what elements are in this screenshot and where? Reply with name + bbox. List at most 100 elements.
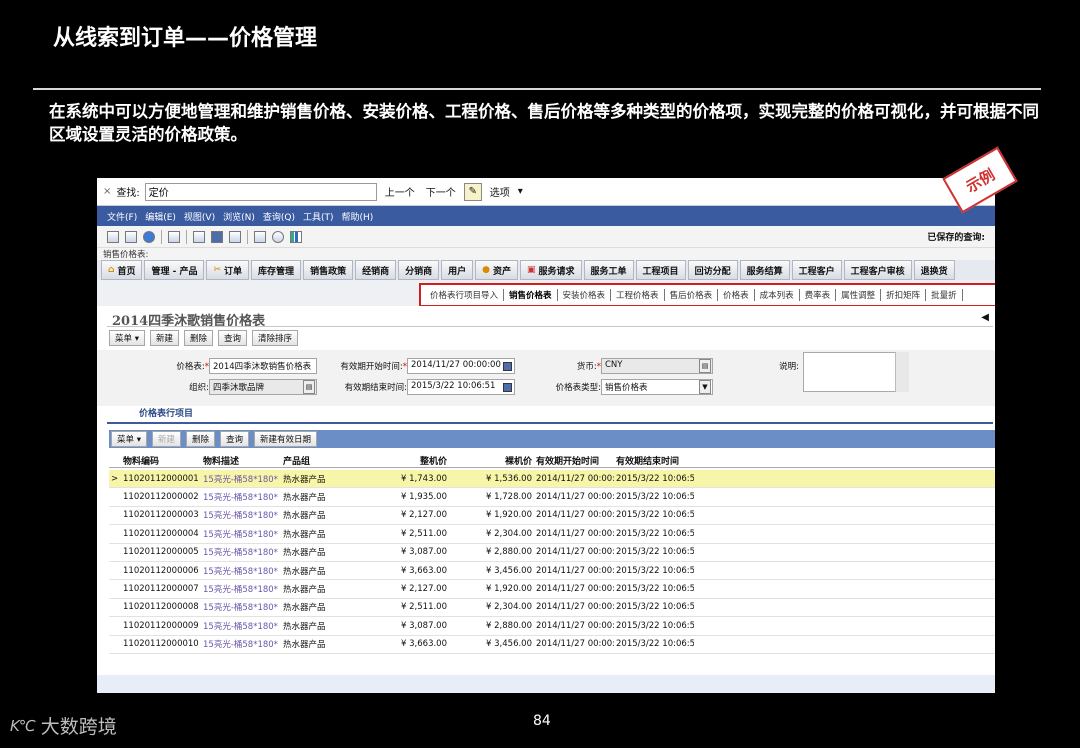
tab-11[interactable]: 工程项目: [635, 260, 686, 280]
row-selector[interactable]: [109, 569, 121, 573]
view-tab[interactable]: 工程价格表: [611, 289, 665, 301]
view-tab[interactable]: 价格表: [718, 289, 755, 301]
cell-code[interactable]: 11020112000005: [121, 545, 201, 559]
menu-item[interactable]: 视图(V): [184, 210, 215, 223]
cell-desc[interactable]: 15亮光-桶58*180*: [201, 507, 281, 523]
record-new-button[interactable]: 新建: [149, 330, 179, 346]
cell-desc[interactable]: 15亮光-桶58*180*: [201, 526, 281, 542]
start-date-field[interactable]: 2014/11/27 00:00:00: [407, 358, 515, 374]
column-header[interactable]: 物料描述: [201, 452, 281, 467]
view-tab[interactable]: 折扣矩阵: [881, 289, 927, 301]
tab-7[interactable]: 用户: [441, 260, 474, 280]
highlight-icon[interactable]: ✎: [463, 182, 482, 201]
tab-line-items[interactable]: 价格表行项目: [139, 406, 193, 419]
row-selector[interactable]: [109, 532, 121, 536]
view-tab[interactable]: 售后价格表: [665, 289, 719, 301]
view-tab[interactable]: 批量折: [926, 289, 963, 301]
cell-code[interactable]: 11020112000009: [121, 619, 201, 633]
find-next-button[interactable]: 下一个: [423, 184, 459, 199]
chart-icon[interactable]: [290, 230, 302, 243]
cell-desc[interactable]: 15亮光-桶58*180*: [201, 636, 281, 652]
tab-5[interactable]: 经销商: [355, 260, 397, 280]
new-effective-date-button[interactable]: 新建有效日期: [254, 431, 318, 447]
record-menu-button[interactable]: 菜单 ▾: [109, 330, 145, 346]
cell-desc[interactable]: 15亮光-桶58*180*: [201, 618, 281, 634]
search-doc-icon[interactable]: [193, 230, 205, 243]
column-header[interactable]: 裸机价: [449, 452, 534, 467]
row-selector[interactable]: [109, 513, 121, 517]
cell-desc[interactable]: 15亮光-桶58*180*: [201, 489, 281, 505]
currency-picker-icon[interactable]: ▤: [699, 359, 711, 373]
column-header[interactable]: 物料编码: [121, 452, 201, 467]
memo-scrollbar[interactable]: [895, 352, 909, 392]
memo-field[interactable]: [803, 352, 909, 392]
chevron-down-icon[interactable]: ▾: [518, 186, 523, 197]
menu-item[interactable]: 查询(Q): [263, 210, 295, 223]
tab-9[interactable]: ▣ 服务请求: [520, 260, 582, 280]
currency-field[interactable]: CNY: [601, 358, 713, 374]
end-date-field[interactable]: 2015/3/22 10:06:51: [407, 379, 515, 395]
cell-code[interactable]: 11020112000007: [121, 582, 201, 596]
view-tab[interactable]: 费率表: [800, 289, 837, 301]
view-tab[interactable]: 销售价格表: [504, 289, 558, 301]
grid-query-button[interactable]: 查询: [220, 431, 250, 447]
tab-10[interactable]: 服务工单: [583, 260, 634, 280]
list-icon[interactable]: [229, 230, 241, 243]
clear-sort-button[interactable]: 清除排序: [252, 330, 299, 346]
menu-item[interactable]: 工具(T): [303, 210, 334, 223]
row-selector[interactable]: [109, 495, 121, 499]
tab-2[interactable]: ✂ 订单: [206, 260, 250, 280]
cell-desc[interactable]: 15亮光-桶58*180*: [201, 599, 281, 615]
calendar-icon[interactable]: [503, 362, 512, 371]
column-header[interactable]: 整机价: [361, 452, 449, 467]
find-input[interactable]: [144, 182, 377, 201]
table-row[interactable]: 11020112000010 15亮光-桶58*180* 热水器产品 ¥ 3,663.…: [109, 636, 995, 654]
cell-code[interactable]: 11020112000001: [121, 472, 201, 486]
table-row[interactable]: >11020112000001 15亮光-桶58*180* 热水器产品 ¥ 1,743…: [109, 470, 995, 489]
table-row[interactable]: 11020112000006 15亮光-桶58*180* 热水器产品 ¥ 3,663.…: [109, 562, 995, 581]
print-icon[interactable]: [254, 230, 266, 243]
pricelist-field[interactable]: 2014四季沐歌销售价格表: [209, 358, 317, 374]
table-row[interactable]: 11020112000007 15亮光-桶58*180* 热水器产品 ¥ 2,127.…: [109, 580, 995, 599]
cell-desc[interactable]: 15亮光-桶58*180*: [201, 581, 281, 597]
row-selector[interactable]: [109, 550, 121, 554]
table-row[interactable]: 11020112000008 15亮光-桶58*180* 热水器产品 ¥ 2,511.…: [109, 599, 995, 618]
row-selector[interactable]: [109, 642, 121, 646]
cell-desc[interactable]: 15亮光-桶58*180*: [201, 471, 281, 487]
tab-6[interactable]: 分销商: [398, 260, 440, 280]
row-selector[interactable]: >: [109, 472, 121, 486]
table-row[interactable]: 11020112000003 15亮光-桶58*180* 热水器产品 ¥ 2,127.…: [109, 507, 995, 526]
tab-1[interactable]: 管理 - 产品: [144, 260, 205, 280]
tab-13[interactable]: 服务结算: [739, 260, 790, 280]
menu-item[interactable]: 编辑(E): [145, 210, 176, 223]
cell-code[interactable]: 11020112000008: [121, 600, 201, 614]
view-tab[interactable]: 成本列表: [755, 289, 800, 301]
calendar-icon[interactable]: [503, 383, 512, 392]
tab-8[interactable]: ● 资产: [475, 260, 518, 280]
menu-item[interactable]: 帮助(H): [342, 210, 374, 223]
cell-code[interactable]: 11020112000010: [121, 637, 201, 651]
tab-15[interactable]: 工程客户审核: [843, 260, 912, 280]
tab-14[interactable]: 工程客户: [791, 260, 842, 280]
type-select[interactable]: 销售价格表: [601, 379, 713, 395]
table-row[interactable]: 11020112000002 15亮光-桶58*180* 热水器产品 ¥ 1,935.…: [109, 488, 995, 507]
table-row[interactable]: 11020112000004 15亮光-桶58*180* 热水器产品 ¥ 2,511.…: [109, 525, 995, 544]
tab-4[interactable]: 销售政策: [303, 260, 354, 280]
row-selector[interactable]: [109, 605, 121, 609]
menu-item[interactable]: 文件(F): [107, 210, 137, 223]
cell-code[interactable]: 11020112000006: [121, 564, 201, 578]
keyboard-icon[interactable]: [168, 230, 180, 243]
tab-12[interactable]: 回访分配: [687, 260, 738, 280]
globe-icon[interactable]: [143, 230, 155, 243]
new-doc-icon[interactable]: [107, 230, 119, 243]
view-tab[interactable]: 价格表行项目导入: [425, 289, 505, 301]
copy-icon[interactable]: [125, 230, 137, 243]
record-delete-button[interactable]: 删除: [183, 330, 213, 346]
clock-icon[interactable]: [272, 230, 284, 243]
cell-desc[interactable]: 15亮光-桶58*180*: [201, 544, 281, 560]
column-header[interactable]: 有效期开始时间: [534, 452, 614, 467]
record-query-button[interactable]: 查询: [218, 330, 248, 346]
grid-new-button[interactable]: 新建: [151, 431, 181, 447]
tab-16[interactable]: 退换货: [913, 260, 955, 280]
tab-3[interactable]: 库存管理: [251, 260, 302, 280]
